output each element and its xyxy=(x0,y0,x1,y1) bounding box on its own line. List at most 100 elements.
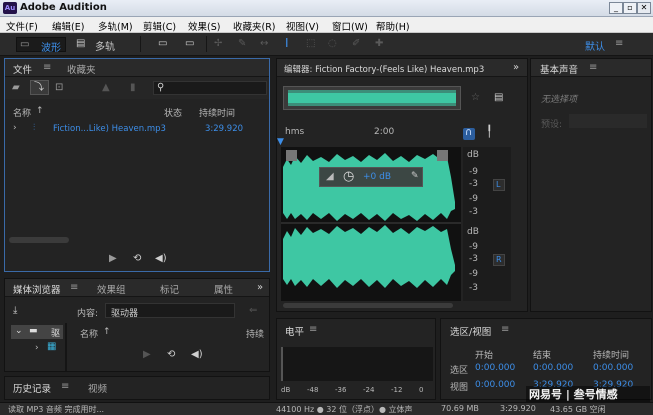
media-column-name[interactable]: 名称 xyxy=(80,327,98,340)
panel-menu-icon[interactable]: ≡ xyxy=(61,381,69,393)
tab-files[interactable]: 文件 xyxy=(13,62,32,76)
pitch-display-icon[interactable]: ▭ xyxy=(185,38,194,50)
menu-multitrack[interactable]: 多轨(M) xyxy=(98,19,133,33)
waveform-mode-button[interactable]: ▭ 波形 xyxy=(16,37,66,54)
multitrack-icon: ▤ xyxy=(76,38,86,49)
minimize-button[interactable]: _ xyxy=(609,2,623,14)
status-duration: 3:29.920 xyxy=(500,404,536,413)
editor-horizontal-scrollbar[interactable] xyxy=(283,303,453,308)
maximize-button[interactable]: ▫ xyxy=(623,2,637,14)
expand-panels-icon[interactable]: » xyxy=(513,62,519,74)
content-select[interactable]: 驱动器 xyxy=(105,303,235,319)
hud-pin-icon[interactable]: ✎ xyxy=(411,171,419,181)
column-duration[interactable]: 持续时间 xyxy=(199,106,235,119)
healing-tool-icon[interactable]: ✚ xyxy=(375,38,383,50)
header-end: 结束 xyxy=(533,351,552,361)
tab-effects-rack[interactable]: 效果组 xyxy=(97,282,126,296)
panel-menu-icon[interactable]: ≡ xyxy=(43,62,51,74)
marquee-tool-icon[interactable]: ⬚ xyxy=(306,38,315,50)
preset-select[interactable] xyxy=(569,114,647,128)
play-icon[interactable]: ▶ xyxy=(109,253,117,265)
view-start[interactable]: 0:00.000 xyxy=(475,380,515,390)
gain-hud[interactable]: ◢ ◷ +0 dB ✎ xyxy=(319,167,423,187)
expand-chevron-icon[interactable]: › xyxy=(35,343,39,353)
multitrack-label: 多轨 xyxy=(95,42,115,53)
expand-chevron-icon[interactable]: › xyxy=(13,123,17,133)
multitrack-mode-button[interactable]: ▤ 多轨 xyxy=(74,38,124,53)
insert-icon[interactable]: ▲ xyxy=(102,82,110,94)
tab-properties[interactable]: 属性 xyxy=(214,282,233,296)
spectral-display-icon[interactable]: ▭ xyxy=(158,38,167,50)
menu-edit[interactable]: 编辑(E) xyxy=(52,19,84,33)
back-arrow-icon[interactable]: ⇐ xyxy=(249,305,257,317)
delete-icon[interactable]: ▮ xyxy=(130,82,136,94)
collapse-chevron-icon[interactable]: ⌄ xyxy=(15,326,23,336)
open-folder-icon[interactable]: ▰ xyxy=(12,82,20,94)
selection-duration[interactable]: 0:00.000 xyxy=(593,363,633,373)
autoplay-icon[interactable]: ◀) xyxy=(155,253,167,265)
panel-menu-icon[interactable]: ≡ xyxy=(309,324,317,336)
time-selection-tool-icon[interactable]: I xyxy=(285,37,289,49)
import-icon: ⤵ xyxy=(34,82,44,93)
file-row[interactable]: › ⫶ Fiction...Like) Heaven.mp3 3:29.920 xyxy=(5,122,269,136)
import-media-icon[interactable]: ⤓ xyxy=(13,305,17,317)
workspace-selector[interactable]: 默认 xyxy=(585,38,605,53)
fade-out-handle[interactable] xyxy=(437,150,448,161)
tree-row-drives[interactable]: ⌄ ▬ 驱 xyxy=(11,325,63,339)
menu-help[interactable]: 帮助(H) xyxy=(376,19,410,33)
media-autoplay-icon[interactable]: ◀) xyxy=(191,349,203,361)
zoom-fit-icon[interactable]: ▤ xyxy=(494,92,503,104)
waveform-area[interactable]: ◢ ◷ +0 dB ✎ xyxy=(281,147,461,301)
media-loop-icon[interactable]: ⟲ xyxy=(167,349,175,361)
tab-history[interactable]: 历史记录 xyxy=(13,381,51,395)
overview-bar[interactable] xyxy=(283,86,461,110)
search-input[interactable]: ⚲ xyxy=(153,81,267,95)
import-file-button[interactable]: ⤵ xyxy=(30,80,49,95)
playhead-icon[interactable]: ▼ xyxy=(277,137,286,147)
menu-effects[interactable]: 效果(S) xyxy=(188,19,220,33)
editor-panel-header: 编辑器: Fiction Factory-(Feels Like) Heaven… xyxy=(277,59,527,77)
selection-start[interactable]: 0:00.000 xyxy=(475,363,515,373)
media-column-duration[interactable]: 持续 xyxy=(246,327,264,340)
panel-menu-icon[interactable]: ≡ xyxy=(501,324,509,336)
tab-video[interactable]: 视频 xyxy=(88,381,107,395)
splitter[interactable] xyxy=(65,323,67,371)
menu-file[interactable]: 文件(F) xyxy=(6,19,38,33)
close-button[interactable]: ✕ xyxy=(637,2,651,14)
expand-panels-icon[interactable]: » xyxy=(257,282,263,294)
selection-end[interactable]: 0:00.000 xyxy=(533,363,573,373)
lasso-tool-icon[interactable]: ◌ xyxy=(328,38,337,50)
razor-tool-icon[interactable]: ✎ xyxy=(238,38,246,50)
time-ruler[interactable]: hms 2:00 ∩ ╿ xyxy=(281,125,521,140)
tab-favorites[interactable]: 收藏夹 xyxy=(67,62,96,76)
loop-icon[interactable]: ⟲ xyxy=(133,253,141,265)
horizontal-scrollbar[interactable] xyxy=(9,237,69,243)
brush-tool-icon[interactable]: ✐ xyxy=(352,38,360,50)
fade-in-handle[interactable] xyxy=(286,150,297,161)
channel-left-toggle[interactable]: L xyxy=(493,179,505,191)
move-tool-icon[interactable]: ✢ xyxy=(214,38,222,50)
magnet-icon: ∩ xyxy=(465,127,473,138)
column-status[interactable]: 状态 xyxy=(164,106,182,119)
channel-right-toggle[interactable]: R xyxy=(493,254,505,266)
snap-button[interactable]: ∩ xyxy=(463,127,475,140)
media-play-icon[interactable]: ▶ xyxy=(143,349,151,361)
tab-markers[interactable]: 标记 xyxy=(160,282,179,296)
menu-view[interactable]: 视图(V) xyxy=(286,19,319,33)
menu-clip[interactable]: 剪辑(C) xyxy=(143,19,176,33)
column-name[interactable]: 名称 xyxy=(13,106,31,119)
panel-menu-icon[interactable]: ≡ xyxy=(589,62,597,74)
workspace-menu-icon[interactable]: ≡ xyxy=(615,38,623,50)
pin-icon[interactable]: ╿ xyxy=(486,125,493,138)
menu-window[interactable]: 窗口(W) xyxy=(332,19,368,33)
slip-tool-icon[interactable]: ↔ xyxy=(260,38,268,50)
star-icon[interactable]: ☆ xyxy=(471,92,480,104)
gain-knob-icon[interactable]: ◷ xyxy=(343,169,354,184)
new-file-icon[interactable]: ⊡ xyxy=(55,82,63,94)
drive-icon: ▬ xyxy=(29,326,38,336)
tab-media-browser[interactable]: 媒体浏览器 xyxy=(13,282,61,296)
menu-favorites[interactable]: 收藏夹(R) xyxy=(233,19,276,33)
status-size: 70.69 MB xyxy=(441,404,479,413)
gain-value[interactable]: +0 dB xyxy=(363,172,391,182)
panel-menu-icon[interactable]: ≡ xyxy=(70,282,78,294)
